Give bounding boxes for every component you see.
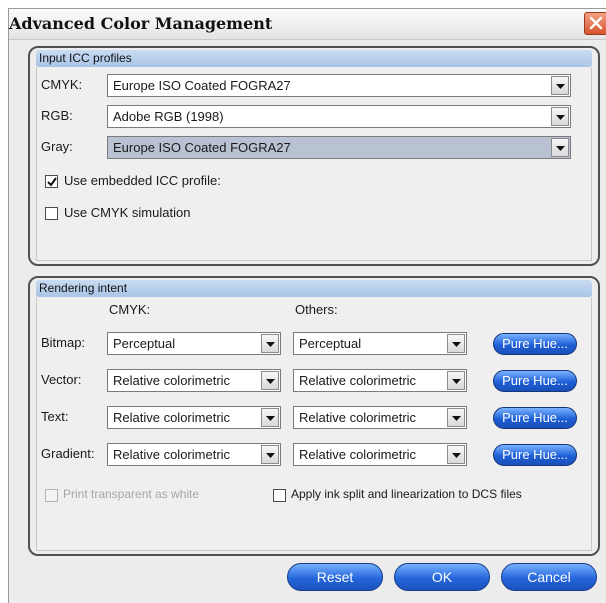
apply-ink-split-checkbox[interactable] — [273, 489, 286, 502]
rendering-intent-body: CMYK: Others: Bitmap: Perceptual Percept… — [36, 297, 592, 551]
gradient-others-select[interactable]: Relative colorimetric — [293, 443, 467, 466]
others-column-header: Others: — [295, 302, 338, 317]
cmyk-column-header: CMYK: — [109, 302, 151, 317]
gray-label: Gray: — [41, 139, 73, 154]
text-cmyk-dropdown-button[interactable] — [261, 408, 279, 427]
vector-cmyk-value: Relative colorimetric — [113, 373, 231, 388]
vector-others-dropdown-button[interactable] — [447, 371, 465, 390]
chevron-down-icon — [266, 416, 275, 421]
bitmap-cmyk-select[interactable]: Perceptual — [107, 332, 281, 355]
rgb-profile-select[interactable]: Adobe RGB (1998) — [107, 105, 571, 128]
gradient-label: Gradient: — [41, 446, 95, 461]
input-icc-profiles-header: Input ICC profiles — [36, 50, 592, 67]
vector-label: Vector: — [41, 372, 82, 387]
dialog-title: Advanced Color Management — [9, 14, 273, 33]
gradient-others-value: Relative colorimetric — [299, 447, 417, 462]
bitmap-cmyk-value: Perceptual — [113, 336, 176, 351]
cmyk-dropdown-button[interactable] — [551, 76, 569, 95]
rendering-intent-group: Rendering intent CMYK: Others: Bitmap: P… — [28, 276, 600, 556]
cmyk-profile-value: Europe ISO Coated FOGRA27 — [113, 78, 291, 93]
advanced-color-management-dialog: Advanced Color Management Input ICC prof… — [8, 8, 606, 603]
chevron-down-icon — [266, 453, 275, 458]
text-label: Text: — [41, 409, 69, 424]
text-cmyk-value: Relative colorimetric — [113, 410, 231, 425]
gradient-pure-hue-button[interactable]: Pure Hue... — [493, 444, 577, 466]
text-others-dropdown-button[interactable] — [447, 408, 465, 427]
vector-others-value: Relative colorimetric — [299, 373, 417, 388]
input-icc-profiles-body: CMYK: Europe ISO Coated FOGRA27 RGB: Ado… — [36, 67, 592, 261]
use-embedded-icc-checkbox[interactable] — [45, 175, 58, 188]
chevron-down-icon — [452, 379, 461, 384]
rgb-label: RGB: — [41, 108, 73, 123]
rendering-intent-header: Rendering intent — [36, 280, 592, 297]
vector-cmyk-dropdown-button[interactable] — [261, 371, 279, 390]
chevron-down-icon — [556, 84, 565, 89]
gray-dropdown-button[interactable] — [551, 138, 569, 157]
bitmap-others-value: Perceptual — [299, 336, 362, 351]
gradient-cmyk-dropdown-button[interactable] — [261, 445, 279, 464]
bitmap-others-select[interactable]: Perceptual — [293, 332, 467, 355]
rgb-profile-value: Adobe RGB (1998) — [113, 109, 224, 124]
bitmap-others-dropdown-button[interactable] — [447, 334, 465, 353]
chevron-down-icon — [266, 342, 275, 347]
print-transparent-white-checkbox[interactable] — [45, 489, 58, 502]
vector-others-select[interactable]: Relative colorimetric — [293, 369, 467, 392]
text-cmyk-select[interactable]: Relative colorimetric — [107, 406, 281, 429]
gray-profile-value: Europe ISO Coated FOGRA27 — [113, 140, 291, 155]
chevron-down-icon — [266, 379, 275, 384]
close-icon — [589, 16, 603, 30]
cancel-button[interactable]: Cancel — [501, 563, 597, 591]
input-icc-profiles-group: Input ICC profiles CMYK: Europe ISO Coat… — [28, 46, 600, 266]
use-cmyk-simulation-checkbox[interactable] — [45, 207, 58, 220]
vector-cmyk-select[interactable]: Relative colorimetric — [107, 369, 281, 392]
chevron-down-icon — [556, 115, 565, 120]
gray-profile-select[interactable]: Europe ISO Coated FOGRA27 — [107, 136, 571, 159]
chevron-down-icon — [556, 146, 565, 151]
apply-ink-split-label[interactable]: Apply ink split and linearization to DCS… — [291, 487, 522, 501]
cmyk-profile-select[interactable]: Europe ISO Coated FOGRA27 — [107, 74, 571, 97]
chevron-down-icon — [452, 453, 461, 458]
text-pure-hue-button[interactable]: Pure Hue... — [493, 407, 577, 429]
print-transparent-white-label: Print transparent as white — [63, 487, 200, 501]
chevron-down-icon — [452, 342, 461, 347]
gradient-others-dropdown-button[interactable] — [447, 445, 465, 464]
title-bar[interactable]: Advanced Color Management — [9, 9, 606, 40]
rgb-dropdown-button[interactable] — [551, 107, 569, 126]
use-embedded-icc-label[interactable]: Use embedded ICC profile: — [64, 173, 221, 188]
ok-button[interactable]: OK — [394, 563, 490, 591]
text-others-select[interactable]: Relative colorimetric — [293, 406, 467, 429]
gradient-cmyk-select[interactable]: Relative colorimetric — [107, 443, 281, 466]
gradient-cmyk-value: Relative colorimetric — [113, 447, 231, 462]
bitmap-cmyk-dropdown-button[interactable] — [261, 334, 279, 353]
text-others-value: Relative colorimetric — [299, 410, 417, 425]
reset-button[interactable]: Reset — [287, 563, 383, 591]
vector-pure-hue-button[interactable]: Pure Hue... — [493, 370, 577, 392]
chevron-down-icon — [452, 416, 461, 421]
checkmark-icon — [47, 177, 57, 187]
bitmap-label: Bitmap: — [41, 335, 86, 350]
bitmap-pure-hue-button[interactable]: Pure Hue... — [493, 333, 577, 355]
use-cmyk-simulation-label[interactable]: Use CMYK simulation — [64, 205, 190, 220]
close-button[interactable] — [584, 12, 606, 35]
cmyk-label: CMYK: — [41, 77, 83, 92]
